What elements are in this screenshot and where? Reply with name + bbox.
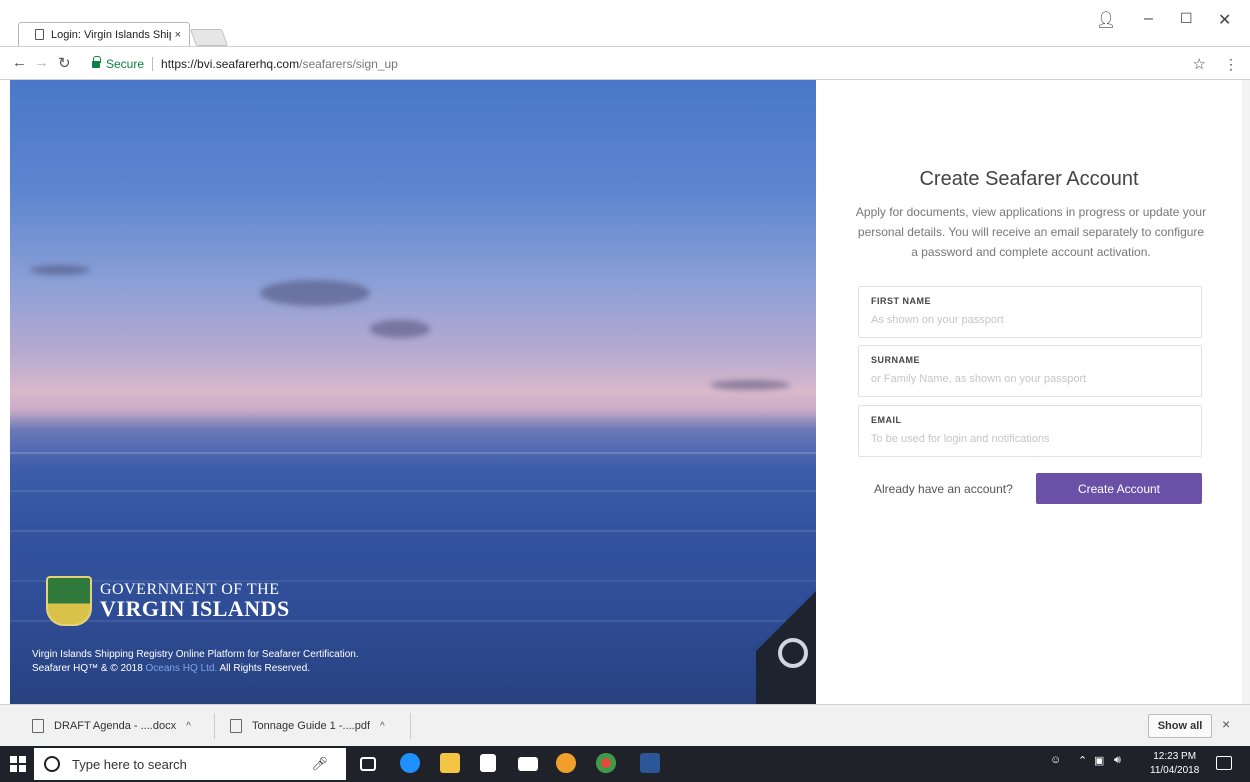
microphone-icon[interactable]: 🎤︎ bbox=[311, 756, 328, 772]
email-label: EMAIL bbox=[871, 415, 902, 425]
government-wordmark: GOVERNMENT OF THE VIRGIN ISLANDS bbox=[100, 582, 290, 620]
form-description: Apply for documents, view applications i… bbox=[855, 205, 1207, 259]
oceans-hq-link[interactable]: Oceans HQ Ltd. bbox=[146, 663, 218, 674]
cloud bbox=[710, 380, 790, 390]
footer-text: Virgin Islands Shipping Registry Online … bbox=[32, 648, 359, 676]
forward-arrow-icon[interactable]: → bbox=[34, 54, 49, 71]
signup-panel: Create Seafarer Account Apply for docume… bbox=[816, 80, 1242, 704]
show-all-button[interactable]: Show all bbox=[1148, 714, 1212, 738]
windows-taskbar: Type here to search 🎤︎ ☺ ⌃ ▣ 🔊︎ 12:23 PM… bbox=[0, 746, 1250, 782]
download-filename: Tonnage Guide 1 -....pdf bbox=[252, 720, 371, 732]
secure-indicator[interactable]: Secure bbox=[92, 55, 145, 71]
cloud bbox=[260, 280, 370, 306]
app-icon[interactable] bbox=[556, 753, 576, 773]
wave bbox=[10, 530, 816, 532]
footer-line1: Virgin Islands Shipping Registry Online … bbox=[32, 649, 359, 660]
windows-start-icon[interactable] bbox=[10, 756, 26, 772]
profile-icon[interactable]: 👤︎ bbox=[1096, 10, 1116, 30]
downloads-bar: DRAFT Agenda - ....docx ^ Tonnage Guide … bbox=[0, 704, 1250, 746]
email-input[interactable] bbox=[871, 433, 1189, 445]
page-title: Create Seafarer Account bbox=[919, 168, 1139, 190]
address-bar[interactable]: Secure https://bvi.seafarerhq.com /seafa… bbox=[92, 53, 1238, 75]
page-icon bbox=[35, 29, 44, 40]
tab-close-icon[interactable]: × bbox=[175, 29, 181, 41]
reload-icon[interactable]: ↻ bbox=[58, 54, 71, 72]
government-logo: GOVERNMENT OF THE VIRGIN ISLANDS bbox=[46, 576, 290, 626]
search-placeholder: Type here to search bbox=[72, 756, 187, 772]
chevron-up-icon[interactable]: ⌃ bbox=[1078, 754, 1087, 767]
surname-label: SURNAME bbox=[871, 355, 921, 365]
word-icon[interactable] bbox=[640, 753, 660, 773]
surname-field[interactable]: SURNAME bbox=[858, 345, 1202, 397]
new-tab-button[interactable] bbox=[189, 29, 229, 46]
mail-icon[interactable] bbox=[518, 757, 538, 771]
wave bbox=[10, 490, 816, 492]
minimize-icon[interactable]: – bbox=[1144, 10, 1153, 28]
back-arrow-icon[interactable]: ← bbox=[12, 54, 27, 71]
file-explorer-icon[interactable] bbox=[440, 753, 460, 773]
task-view-icon[interactable] bbox=[360, 757, 376, 771]
copyright-text: Seafarer HQ™ & © 2018 bbox=[32, 663, 146, 674]
volume-icon[interactable]: 🔊︎ bbox=[1114, 754, 1121, 767]
system-clock[interactable]: 12:23 PM 11/04/2018 bbox=[1150, 750, 1199, 778]
clock-time: 12:23 PM bbox=[1153, 751, 1197, 762]
hero-image: GOVERNMENT OF THE VIRGIN ISLANDS Virgin … bbox=[10, 80, 816, 704]
browser-toolbar: ← → ↻ Secure https://bvi.seafarerhq.com … bbox=[0, 46, 1250, 80]
create-account-button[interactable]: Create Account bbox=[1036, 473, 1202, 504]
edge-browser-icon[interactable] bbox=[400, 753, 420, 773]
divider bbox=[152, 57, 154, 71]
network-icon[interactable]: ▣ bbox=[1094, 754, 1104, 767]
surname-input[interactable] bbox=[871, 373, 1189, 385]
browser-titlebar: Login: Virgin Islands Ship × 👤︎ – ☐ ✕ bbox=[0, 0, 1250, 46]
email-field[interactable]: EMAIL bbox=[858, 405, 1202, 457]
chevron-up-icon[interactable]: ^ bbox=[186, 721, 191, 732]
word-document-icon bbox=[32, 719, 44, 733]
download-item[interactable]: Tonnage Guide 1 -....pdf ^ bbox=[222, 713, 385, 739]
close-downloads-icon[interactable]: × bbox=[1222, 716, 1230, 732]
maximize-icon[interactable]: ☐ bbox=[1180, 10, 1193, 27]
url-host: https://bvi.seafarerhq.com bbox=[161, 57, 300, 71]
bookmark-star-icon[interactable]: ☆ bbox=[1193, 55, 1206, 73]
lifebuoy bbox=[778, 638, 808, 668]
first-name-label: FIRST NAME bbox=[871, 296, 931, 306]
notification-icon[interactable] bbox=[1216, 756, 1232, 770]
tab-title: Login: Virgin Islands Ship bbox=[51, 28, 171, 41]
lock-icon bbox=[92, 55, 101, 68]
pdf-document-icon bbox=[230, 719, 242, 733]
divider bbox=[214, 713, 215, 739]
first-name-field[interactable]: FIRST NAME bbox=[858, 286, 1202, 338]
rights-text: All Rights Reserved. bbox=[217, 663, 311, 674]
first-name-input[interactable] bbox=[871, 314, 1189, 326]
taskbar-search[interactable]: Type here to search 🎤︎ bbox=[34, 748, 346, 780]
page-content: GOVERNMENT OF THE VIRGIN ISLANDS Virgin … bbox=[10, 80, 1242, 704]
secure-label: Secure bbox=[106, 57, 145, 71]
store-icon[interactable] bbox=[480, 754, 496, 772]
cortana-icon bbox=[44, 756, 60, 772]
cloud bbox=[370, 320, 430, 338]
clock-date: 11/04/2018 bbox=[1150, 765, 1200, 776]
browser-tab[interactable]: Login: Virgin Islands Ship × bbox=[18, 22, 190, 46]
close-window-icon[interactable]: ✕ bbox=[1218, 10, 1231, 30]
scrollbar[interactable] bbox=[1242, 80, 1250, 704]
wave bbox=[10, 452, 816, 454]
chrome-icon[interactable] bbox=[596, 753, 616, 773]
divider bbox=[410, 713, 411, 739]
cloud bbox=[30, 265, 90, 275]
people-icon[interactable]: ☺ bbox=[1050, 754, 1061, 766]
chevron-up-icon[interactable]: ^ bbox=[380, 721, 385, 732]
signin-link[interactable]: Already have an account? bbox=[874, 482, 1013, 496]
download-item[interactable]: DRAFT Agenda - ....docx ^ bbox=[24, 713, 191, 739]
gov-line2: VIRGIN ISLANDS bbox=[100, 596, 290, 621]
footer-line2: Seafarer HQ™ & © 2018 Oceans HQ Ltd. All… bbox=[32, 662, 359, 676]
menu-kebab-icon[interactable]: ⋮ bbox=[1224, 56, 1238, 73]
url-path: /seafarers/sign_up bbox=[299, 57, 398, 71]
download-filename: DRAFT Agenda - ....docx bbox=[54, 720, 177, 732]
crest-icon bbox=[46, 576, 92, 626]
